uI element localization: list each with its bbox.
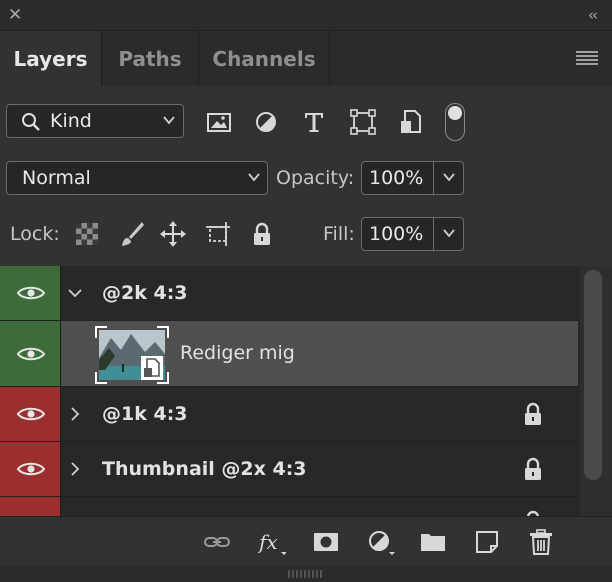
layer-row-group[interactable]: @2k 4:3 <box>0 266 578 321</box>
chevron-down-icon <box>163 116 175 125</box>
layer-row-group[interactable] <box>0 497 578 516</box>
svg-text:fx: fx <box>257 530 278 554</box>
panel-resize-handle[interactable] <box>0 566 612 582</box>
panel-titlebar: ✕ ‹‹ <box>0 0 612 31</box>
smart-object-filter-icon[interactable] <box>397 108 425 136</box>
chevron-down-icon[interactable] <box>66 284 84 302</box>
delete-icon[interactable] <box>526 527 556 557</box>
eye-icon <box>16 347 46 360</box>
new-layer-icon[interactable] <box>472 527 502 557</box>
filter-kind-value: Kind <box>50 110 92 132</box>
chevron-right-icon[interactable] <box>66 405 84 423</box>
tab-channels[interactable]: Channels <box>199 31 330 86</box>
blend-mode-value: Normal <box>22 167 91 189</box>
lock-icon <box>526 510 540 516</box>
image-filter-icon[interactable] <box>205 108 233 136</box>
adjustment-layer-icon[interactable] <box>365 527 395 557</box>
chevron-right-icon[interactable] <box>66 460 84 478</box>
filter-toggle[interactable] <box>445 103 465 141</box>
adjustment-filter-icon[interactable] <box>252 108 280 136</box>
layers-list: @2k 4:3 Rediger mig @1k 4:3 Thumbnail @2… <box>0 266 580 516</box>
chevron-down-icon[interactable] <box>442 226 456 240</box>
tab-paths[interactable]: Paths <box>102 31 199 86</box>
layers-bottom-toolbar: fx <box>0 516 612 567</box>
layer-name: Thumbnail @2x 4:3 <box>102 458 307 480</box>
eye-icon <box>16 286 46 300</box>
chevron-down-icon <box>248 173 260 182</box>
opacity-field[interactable]: 100% <box>361 161 464 195</box>
fill-field[interactable]: 100% <box>361 217 464 251</box>
panel-tabs: Layers Paths Channels <box>0 31 612 86</box>
search-icon <box>22 113 40 131</box>
layer-row-group[interactable]: Thumbnail @2x 4:3 <box>0 442 578 497</box>
lock-label: Lock: <box>10 223 60 245</box>
chevron-down-icon[interactable] <box>442 170 456 184</box>
opacity-value: 100% <box>369 167 424 189</box>
opacity-label: Opacity: <box>276 167 355 189</box>
filter-kind-select[interactable]: Kind <box>6 104 184 138</box>
layer-row-group[interactable]: @1k 4:3 <box>0 387 578 442</box>
eye-icon <box>16 407 46 421</box>
link-layers-icon[interactable] <box>202 527 232 557</box>
layer-thumbnail <box>95 326 169 384</box>
fill-label: Fill: <box>323 223 355 245</box>
panel-menu-icon[interactable] <box>576 51 598 67</box>
visibility-toggle[interactable] <box>0 321 61 386</box>
layer-name: @1k 4:3 <box>102 403 188 425</box>
shape-filter-icon[interactable] <box>349 108 377 136</box>
lock-image-pixels-icon[interactable] <box>118 220 146 248</box>
layers-panel: ✕ ‹‹ Layers Paths Channels Kind Normal O… <box>0 0 612 582</box>
lock-icon <box>525 402 541 425</box>
layer-row-selected[interactable]: Rediger mig <box>0 321 578 387</box>
visibility-toggle[interactable] <box>0 266 61 320</box>
fx-icon[interactable]: fx <box>256 527 286 557</box>
layer-name: Rediger mig <box>180 342 295 364</box>
new-group-icon[interactable] <box>418 527 448 557</box>
visibility-toggle[interactable] <box>0 387 61 441</box>
collapse-icon[interactable]: ‹‹ <box>588 4 598 26</box>
lock-icon <box>525 457 541 480</box>
lock-transparent-pixels-icon[interactable] <box>73 220 101 248</box>
blend-mode-select[interactable]: Normal <box>6 161 268 195</box>
visibility-toggle[interactable] <box>0 442 61 496</box>
layer-name: @2k 4:3 <box>102 282 188 304</box>
close-icon[interactable]: ✕ <box>8 5 24 25</box>
lock-position-icon[interactable] <box>159 220 187 248</box>
visibility-toggle[interactable] <box>0 497 61 516</box>
tab-layers[interactable]: Layers <box>0 31 102 86</box>
eye-icon <box>16 462 46 476</box>
fill-value: 100% <box>369 223 424 245</box>
lock-artboard-icon[interactable] <box>204 220 232 248</box>
lock-all-icon[interactable] <box>248 220 276 248</box>
add-mask-icon[interactable] <box>311 527 341 557</box>
scrollbar-thumb[interactable] <box>584 270 602 480</box>
type-filter-icon[interactable] <box>300 108 328 136</box>
